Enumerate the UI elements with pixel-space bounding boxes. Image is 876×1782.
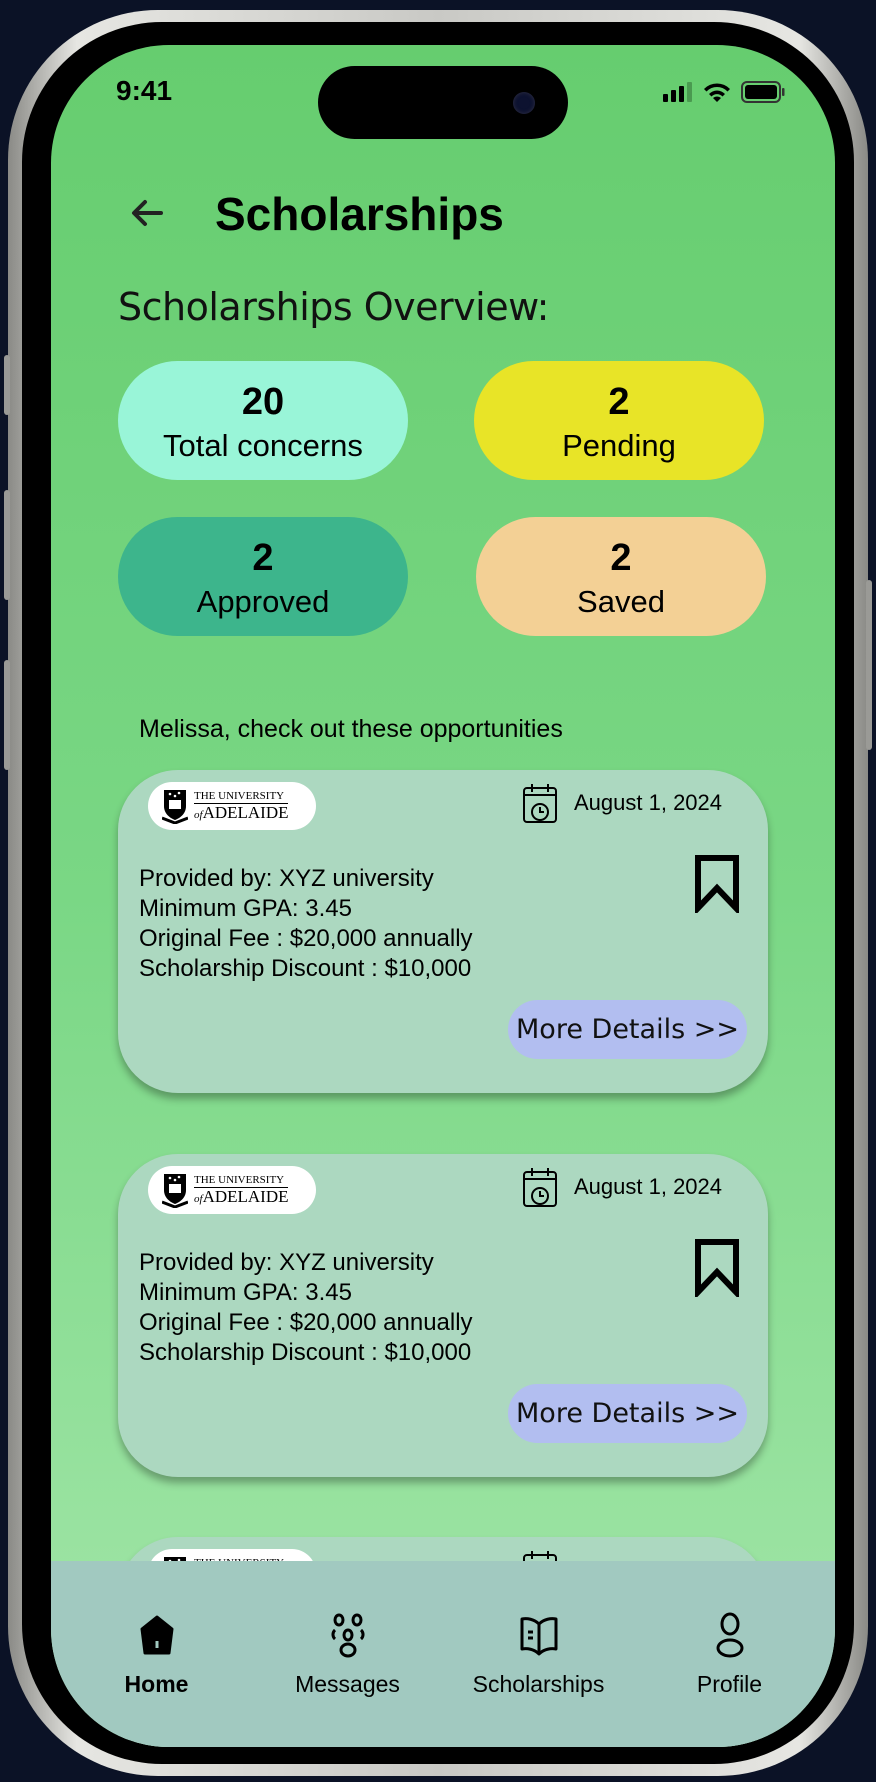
- stat-label: Pending: [562, 428, 676, 463]
- stat-pending[interactable]: 2 Pending: [474, 361, 764, 480]
- bookmark-icon[interactable]: [695, 855, 739, 913]
- minimum-gpa: Minimum GPA: 3.45: [139, 1279, 352, 1306]
- stat-value: 2: [252, 537, 274, 579]
- stat-label: Total concerns: [163, 428, 363, 463]
- shield-crest-icon: [162, 1174, 188, 1208]
- scholarship-discount: Scholarship Discount : $10,000: [139, 955, 472, 982]
- overview-heading: Scholarships Overview:: [118, 285, 549, 329]
- home-icon: [140, 1615, 173, 1655]
- signal-icon: [663, 82, 692, 102]
- calendar-clock-icon: [523, 784, 557, 823]
- bookmark-icon[interactable]: [695, 1239, 739, 1297]
- nav-label: Messages: [295, 1671, 400, 1697]
- wifi-icon: [704, 83, 730, 102]
- nav-profile[interactable]: Profile: [645, 1611, 815, 1747]
- scholarship-details: Provided by: XYZ university Minimum GPA:…: [139, 864, 473, 984]
- provided-by: Provided by: XYZ university: [139, 865, 434, 892]
- volume-up-button: [4, 490, 10, 600]
- scholarship-card[interactable]: THE UNIVERSITY ofADELAIDE August 1, 2024 …: [118, 1154, 768, 1477]
- battery-icon: [741, 81, 785, 103]
- camera-icon: [513, 92, 535, 114]
- scholarship-discount: Scholarship Discount : $10,000: [139, 1339, 472, 1366]
- university-logo: THE UNIVERSITYofADELAIDE: [148, 782, 316, 830]
- power-button: [866, 580, 872, 750]
- stat-value: 2: [608, 381, 630, 423]
- original-fee: Original Fee : $20,000 annually: [139, 1309, 473, 1336]
- stat-value: 2: [610, 537, 632, 579]
- more-details-button[interactable]: More Details >>: [508, 1000, 747, 1059]
- volume-down-button: [4, 660, 10, 770]
- stat-label: Saved: [577, 584, 665, 619]
- university-logo: THE UNIVERSITYofADELAIDE: [148, 1166, 316, 1214]
- person-icon: [716, 1612, 743, 1658]
- nav-scholarships[interactable]: Scholarships: [454, 1611, 624, 1747]
- more-details-button[interactable]: More Details >>: [508, 1384, 747, 1443]
- calendar-clock-icon: [523, 1168, 557, 1207]
- shield-crest-icon: [162, 790, 188, 824]
- greeting-text: Melissa, check out these opportunities: [139, 715, 563, 743]
- scholarship-details: Provided by: XYZ university Minimum GPA:…: [139, 1248, 473, 1368]
- bottom-nav: Home Messages Scholarships Profile: [51, 1561, 835, 1747]
- book-icon: [520, 1617, 557, 1656]
- minimum-gpa: Minimum GPA: 3.45: [139, 895, 352, 922]
- app-screen: 9:41 Scholarships Scholarships Overview:…: [51, 45, 835, 1747]
- deadline-date: August 1, 2024: [574, 1174, 723, 1199]
- deadline-date: August 1, 2024: [574, 790, 723, 815]
- stat-saved[interactable]: 2 Saved: [476, 517, 766, 636]
- provided-by: Provided by: XYZ university: [139, 1249, 434, 1276]
- nav-label: Profile: [696, 1671, 763, 1697]
- back-arrow-icon[interactable]: [127, 193, 167, 233]
- scholarship-card[interactable]: THE UNIVERSITY ofADELAIDE August 1, 2024 …: [118, 770, 768, 1093]
- stat-approved[interactable]: 2 Approved: [118, 517, 408, 636]
- original-fee: Original Fee : $20,000 annually: [139, 925, 473, 952]
- status-time: 9:41: [116, 75, 173, 106]
- people-icon: [331, 1613, 364, 1658]
- dynamic-island: [318, 66, 568, 139]
- stat-total-concerns[interactable]: 20 Total concerns: [118, 361, 408, 480]
- nav-home[interactable]: Home: [72, 1611, 242, 1747]
- stat-label: Approved: [196, 584, 330, 619]
- mute-switch: [4, 355, 10, 415]
- stat-value: 20: [241, 381, 285, 423]
- nav-messages[interactable]: Messages: [263, 1611, 433, 1747]
- nav-label: Scholarships: [472, 1671, 605, 1697]
- status-icons: [663, 81, 785, 103]
- page-title: Scholarships: [215, 188, 504, 240]
- nav-label: Home: [124, 1671, 189, 1697]
